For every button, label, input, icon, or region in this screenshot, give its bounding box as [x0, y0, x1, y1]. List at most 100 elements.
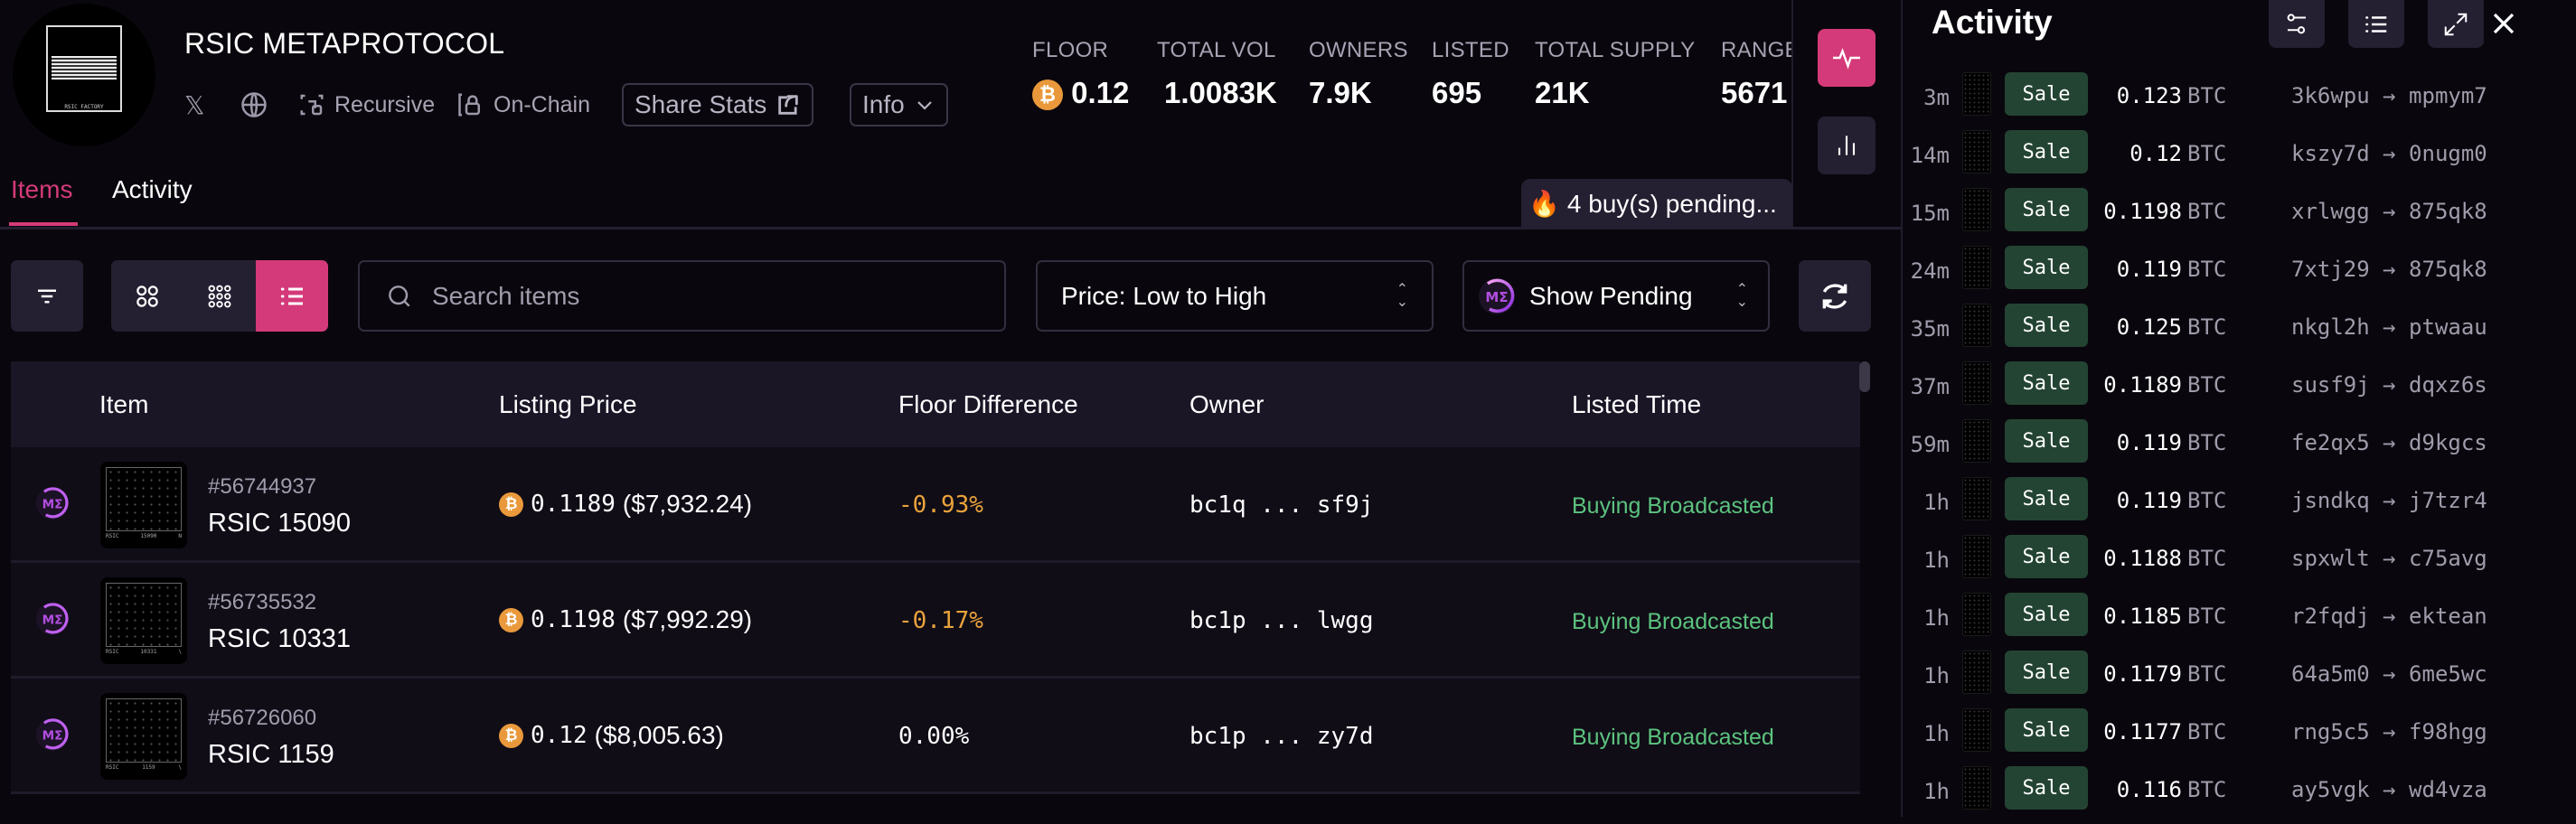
activity-from-to[interactable]: 3k6wpu → mpmym7	[2291, 83, 2487, 108]
table-row[interactable]: MΣ RSIC 15090 N #56744937 RSIC 15090 ₿ 0.1…	[11, 447, 1860, 563]
price-btc: 0.1189	[531, 491, 616, 518]
activity-time: 14m	[1910, 143, 1950, 168]
refresh-button[interactable]	[1799, 260, 1871, 332]
item-name[interactable]: RSIC 15090	[208, 509, 351, 538]
svg-text:MΣ: MΣ	[42, 497, 63, 511]
item-thumbnail[interactable]: RSIC 15090 N	[100, 462, 187, 548]
activity-item-thumbnail[interactable]	[1962, 188, 1991, 231]
activity-row[interactable]: 1h Sale 0.1177 BTC rng5c5 → f98hgg	[1903, 708, 2576, 766]
activity-row[interactable]: 37m Sale 0.1189 BTC susf9j → dqxz6s	[1903, 361, 2576, 419]
activity-from-to[interactable]: nkgl2h → ptwaau	[2291, 314, 2487, 340]
owner-address[interactable]: bc1q ... sf9j	[1189, 492, 1374, 519]
activity-item-thumbnail[interactable]	[1962, 130, 1991, 173]
activity-from-to[interactable]: rng5c5 → f98hgg	[2291, 719, 2487, 744]
listing-price: ₿ 0.12 ($8,005.63)	[499, 721, 724, 750]
activity-row[interactable]: 1h Sale 0.1185 BTC r2fqdj → ektean	[1903, 593, 2576, 651]
activity-row[interactable]: 1h Sale 0.1188 BTC spxwlt → c75avg	[1903, 535, 2576, 593]
activity-from-to[interactable]: 7xtj29 → 875qk8	[2291, 257, 2487, 282]
activity-time: 1h	[1923, 548, 1950, 573]
search-input[interactable]	[432, 281, 974, 311]
activity-close-button[interactable]	[2481, 4, 2526, 43]
item-thumbnail[interactable]: RSIC 1159 \	[100, 693, 187, 780]
website-link[interactable]	[240, 87, 268, 123]
activity-type-badge: Sale	[2005, 477, 2088, 520]
search-field[interactable]	[358, 260, 1006, 332]
activity-item-thumbnail[interactable]	[1962, 361, 1991, 405]
item-name[interactable]: RSIC 10331	[208, 624, 351, 654]
activity-row[interactable]: 24m Sale 0.119 BTC 7xtj29 → 875qk8	[1903, 246, 2576, 304]
activity-from-to[interactable]: fe2qx5 → d9kgcs	[2291, 430, 2487, 455]
activity-from-to[interactable]: ay5vgk → wd4vza	[2291, 777, 2487, 802]
activity-row[interactable]: 15m Sale 0.1198 BTC xrlwgg → 875qk8	[1903, 188, 2576, 246]
activity-item-thumbnail[interactable]	[1962, 593, 1991, 636]
activity-item-thumbnail[interactable]	[1962, 708, 1991, 752]
activity-item-thumbnail[interactable]	[1962, 419, 1991, 463]
activity-price: 0.119	[2116, 488, 2182, 513]
table-row[interactable]: MΣ RSIC 1159 \ #56726060 RSIC 1159 ₿ 0.12 …	[11, 679, 1860, 794]
tab-activity[interactable]: Activity	[112, 175, 193, 204]
activity-from-to[interactable]: susf9j → dqxz6s	[2291, 372, 2487, 398]
activity-list-view-button[interactable]	[2348, 0, 2404, 48]
search-icon	[389, 285, 410, 307]
magic-eden-icon: MΣ	[35, 717, 70, 752]
pending-filter-select[interactable]: MΣ Show Pending ⌃ ⌄	[1462, 260, 1770, 332]
column-header-owner[interactable]: Owner	[1189, 390, 1264, 419]
activity-row[interactable]: 1h Sale 0.119 BTC jsndkq → j7tzr4	[1903, 477, 2576, 535]
globe-icon	[241, 92, 267, 117]
activity-item-thumbnail[interactable]	[1962, 72, 1991, 116]
column-header-item[interactable]: Item	[99, 390, 148, 419]
activity-price-unit: BTC	[2187, 430, 2227, 455]
activity-expand-button[interactable]	[2428, 0, 2484, 48]
activity-filter-button[interactable]	[2269, 0, 2325, 48]
column-header-floor-difference[interactable]: Floor Difference	[898, 390, 1078, 419]
filter-button[interactable]	[11, 260, 83, 332]
fire-icon: 🔥	[1528, 190, 1560, 218]
item-thumbnail[interactable]: RSIC 10331 \	[100, 577, 187, 664]
activity-from-to[interactable]: spxwlt → c75avg	[2291, 546, 2487, 571]
info-dropdown[interactable]: Info	[850, 83, 948, 126]
activity-time: 1h	[1923, 605, 1950, 631]
view-list-button[interactable]	[256, 260, 328, 332]
column-header-listing-price[interactable]: Listing Price	[499, 390, 637, 419]
activity-row[interactable]: 1h Sale 0.1179 BTC 64a5m0 → 6me5wc	[1903, 651, 2576, 708]
activity-row[interactable]: 3m Sale 0.123 BTC 3k6wpu → mpmym7	[1903, 72, 2576, 130]
activity-from-to[interactable]: jsndkq → j7tzr4	[2291, 488, 2487, 513]
owner-address[interactable]: bc1p ... lwgg	[1189, 607, 1374, 634]
column-header-listed-time[interactable]: Listed Time	[1572, 390, 1701, 419]
activity-type-badge: Sale	[2005, 361, 2088, 405]
activity-chart-toggle[interactable]	[1818, 29, 1876, 87]
item-name[interactable]: RSIC 1159	[208, 740, 334, 770]
activity-row[interactable]: 14m Sale 0.12 BTC kszy7d → 0nugm0	[1903, 130, 2576, 188]
pending-buys-banner[interactable]: 🔥 4 buy(s) pending...	[1521, 179, 1792, 229]
activity-price: 0.1188	[2103, 546, 2182, 571]
table-row[interactable]: MΣ RSIC 10331 \ #56735532 RSIC 10331 ₿ 0.1…	[11, 563, 1860, 679]
activity-from-to[interactable]: xrlwgg → 875qk8	[2291, 199, 2487, 224]
activity-from-to[interactable]: r2fqdj → ektean	[2291, 604, 2487, 629]
x-twitter-link[interactable]: 𝕏	[184, 87, 205, 123]
activity-price-unit: BTC	[2187, 83, 2227, 108]
view-grid-large-button[interactable]	[111, 260, 183, 332]
activity-row[interactable]: 59m Sale 0.119 BTC fe2qx5 → d9kgcs	[1903, 419, 2576, 477]
activity-item-thumbnail[interactable]	[1962, 246, 1991, 289]
activity-row[interactable]: 35m Sale 0.125 BTC nkgl2h → ptwaau	[1903, 304, 2576, 361]
chevron-down-icon	[917, 101, 932, 110]
activity-row[interactable]: 1h Sale 0.116 BTC ay5vgk → wd4vza	[1903, 766, 2576, 824]
share-stats-button[interactable]: Share Stats	[622, 83, 814, 126]
table-scrollbar[interactable]	[1859, 361, 1870, 392]
sort-select[interactable]: Price: Low to High ⌃ ⌄	[1036, 260, 1434, 332]
activity-time: 1h	[1923, 779, 1950, 804]
owner-address[interactable]: bc1p ... zy7d	[1189, 723, 1374, 750]
magic-eden-icon: MΣ	[35, 486, 70, 520]
sliders-icon	[2287, 13, 2306, 33]
tab-items[interactable]: Items	[11, 175, 72, 204]
activity-item-thumbnail[interactable]	[1962, 535, 1991, 578]
activity-item-thumbnail[interactable]	[1962, 651, 1991, 694]
activity-item-thumbnail[interactable]	[1962, 477, 1991, 520]
activity-item-thumbnail[interactable]	[1962, 304, 1991, 347]
activity-from-to[interactable]: kszy7d → 0nugm0	[2291, 141, 2487, 166]
stats-chart-toggle[interactable]	[1818, 117, 1876, 174]
collection-logo-art	[46, 25, 122, 112]
activity-item-thumbnail[interactable]	[1962, 766, 1991, 810]
view-grid-small-button[interactable]	[183, 260, 256, 332]
activity-from-to[interactable]: 64a5m0 → 6me5wc	[2291, 661, 2487, 687]
